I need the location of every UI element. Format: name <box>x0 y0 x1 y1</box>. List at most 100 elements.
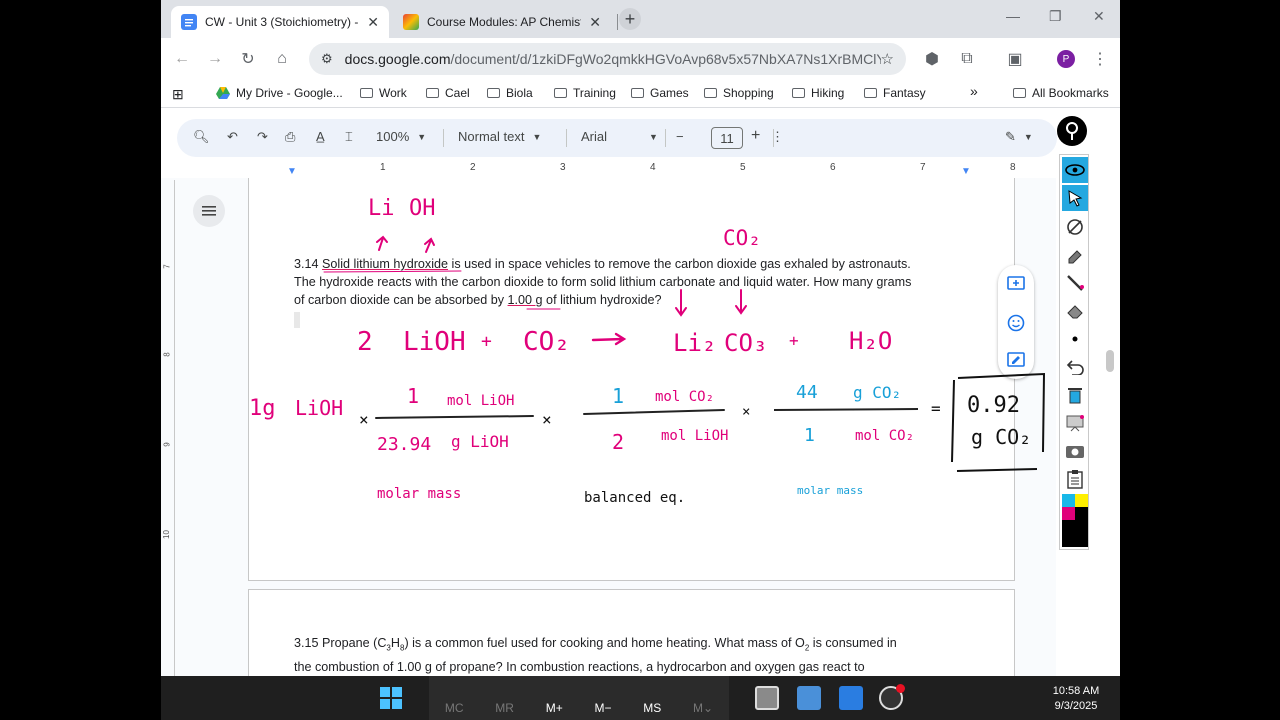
left-indent-marker[interactable]: ▼ <box>287 166 297 177</box>
navigation-bar: ← → ↻ ⌂ ⚙ docs.google.com/document/d/1zk… <box>161 38 1120 80</box>
problem-3-15-text[interactable]: 3.15 Propane (C3H8) is a common fuel use… <box>294 634 984 676</box>
folder-icon <box>360 88 373 98</box>
menu-kebab-icon[interactable]: ⋮ <box>1089 48 1111 70</box>
screenshot-camera-icon[interactable] <box>1062 438 1088 464</box>
redo-icon[interactable]: ↷ <box>257 129 268 145</box>
close-tab-icon[interactable]: ✕ <box>589 14 601 31</box>
clear-trash-icon[interactable] <box>1062 382 1088 408</box>
zoom-select[interactable]: 100% ▼ <box>376 129 426 144</box>
eye-icon[interactable] <box>1062 157 1088 183</box>
memory-add-button[interactable]: M+ <box>546 701 563 715</box>
suggest-edits-icon[interactable] <box>1007 352 1025 368</box>
cursor-arrow-icon[interactable] <box>1062 185 1088 211</box>
site-info-icon[interactable]: ⚙ <box>321 51 333 67</box>
ink-oh: OH <box>409 196 436 221</box>
page-scrollbar[interactable] <box>1106 350 1114 372</box>
decrease-font-size-button[interactable]: − <box>676 129 684 144</box>
dot-size-icon[interactable] <box>1062 326 1088 352</box>
memory-clear-button[interactable]: MC <box>445 701 464 715</box>
taskbar: MC MR M+ M− MS M⌄ 10:58 AM 9/3/2025 <box>161 676 1120 720</box>
cast-icon[interactable]: ▣ <box>1004 48 1026 70</box>
paint-format-icon[interactable]: ⌶ <box>345 129 353 145</box>
eraser-icon[interactable] <box>1062 298 1088 324</box>
new-tab-button[interactable]: + <box>619 8 641 30</box>
line-tool-icon[interactable] <box>1062 270 1088 296</box>
annotation-toolbar <box>1059 154 1089 550</box>
spellcheck-icon[interactable]: A̲ <box>316 129 325 144</box>
search-menus-icon[interactable]: 🔍︎ <box>193 129 210 145</box>
font-size-input[interactable]: 11 <box>711 127 743 149</box>
bookmark-shopping[interactable]: Shopping <box>704 86 774 100</box>
obs-recording-icon[interactable] <box>879 684 905 710</box>
cyan-color-swatch[interactable] <box>1062 494 1075 507</box>
add-comment-icon[interactable] <box>1007 276 1025 292</box>
pen-disabled-icon[interactable] <box>1062 214 1088 240</box>
back-icon[interactable]: ← <box>171 48 193 70</box>
print-icon[interactable]: ⎙ <box>285 129 295 145</box>
extension-icon[interactable]: ⬢ <box>921 48 943 70</box>
more-options-icon[interactable]: ⋮ <box>771 129 784 145</box>
magenta-color-swatch[interactable] <box>1062 507 1075 520</box>
reload-icon[interactable]: ↻ <box>237 48 259 70</box>
bookmark-games[interactable]: Games <box>631 86 689 100</box>
bookmark-work[interactable]: Work <box>360 86 407 100</box>
maximize-icon[interactable]: ❐ <box>1049 8 1062 25</box>
calculator-icon[interactable] <box>797 686 821 710</box>
close-tab-icon[interactable]: ✕ <box>367 14 379 31</box>
bookmark-training[interactable]: Training <box>554 86 616 100</box>
folder-icon <box>704 88 717 98</box>
puzzle-extensions-icon[interactable]: ⧉ <box>956 48 978 70</box>
problem-3-14-text[interactable]: 3.14 Solid lithium hydroxide is used in … <box>294 255 984 310</box>
apps-grid-icon[interactable]: ⊞ <box>172 86 184 103</box>
black-color-swatch[interactable] <box>1075 507 1088 520</box>
bookmark-hiking[interactable]: Hiking <box>792 86 844 100</box>
ink-f1-den: 23.94 <box>377 434 432 455</box>
ink-times: × <box>542 410 552 429</box>
home-icon[interactable]: ⌂ <box>271 48 293 70</box>
editing-mode-icon[interactable]: ✎ ▼ <box>1005 129 1033 145</box>
document-page[interactable] <box>248 178 1015 581</box>
undo-annotation-icon[interactable] <box>1062 354 1088 380</box>
system-clock[interactable]: 10:58 AM 9/3/2025 <box>1041 684 1111 714</box>
emoji-reaction-icon[interactable] <box>1007 314 1025 332</box>
address-bar[interactable]: ⚙ docs.google.com/document/d/1zkiDFgWo2q… <box>309 43 906 75</box>
bookmark-biola[interactable]: Biola <box>487 86 533 100</box>
memory-store-button[interactable]: MS <box>643 701 661 715</box>
windows-start-icon[interactable] <box>379 686 403 710</box>
forward-icon[interactable]: → <box>204 48 226 70</box>
bookmarks-overflow-icon[interactable]: » <box>970 83 978 99</box>
ink-f3-num-unit: g CO₂ <box>853 383 902 402</box>
bookmark-star-icon[interactable]: ☆ <box>881 50 894 68</box>
tab-cw-unit3[interactable]: CW - Unit 3 (Stoichiometry) - G ✕ <box>171 6 389 38</box>
bookmark-cael[interactable]: Cael <box>426 86 470 100</box>
document-outline-button[interactable] <box>193 195 225 227</box>
memory-list-button[interactable]: M⌄ <box>693 701 713 715</box>
style-select[interactable]: Normal text ▼ <box>458 129 541 144</box>
yellow-color-swatch[interactable] <box>1075 494 1088 507</box>
minimize-icon[interactable]: — <box>1006 8 1020 24</box>
memory-recall-button[interactable]: MR <box>495 701 514 715</box>
all-bookmarks[interactable]: All Bookmarks <box>1013 86 1109 100</box>
increase-font-size-button[interactable]: + <box>751 127 760 145</box>
highlighter-icon[interactable] <box>1062 242 1088 268</box>
clipboard-icon[interactable] <box>1062 466 1088 492</box>
close-window-icon[interactable]: ✕ <box>1093 8 1105 25</box>
font-select[interactable]: Arial ▼ <box>581 129 658 144</box>
ink-f3-den: 1 <box>804 425 815 446</box>
bookmark-fantasy[interactable]: Fantasy <box>864 86 926 100</box>
chevron-down-icon: ▼ <box>417 131 427 142</box>
whiteboard-icon[interactable] <box>1062 410 1088 436</box>
undo-icon[interactable]: ↶ <box>227 129 238 145</box>
right-indent-marker[interactable]: ▼ <box>961 166 971 177</box>
current-color-swatch[interactable] <box>1062 520 1088 547</box>
ink-eq-coefficient: 2 <box>357 327 373 357</box>
notepad-icon[interactable] <box>839 686 863 710</box>
pen-tool-logo-icon[interactable] <box>1057 116 1087 146</box>
memory-subtract-button[interactable]: M− <box>594 701 611 715</box>
ink-co2-label: CO₂ <box>723 226 761 250</box>
ink-eq-li2: Li₂ <box>673 329 717 357</box>
profile-avatar[interactable]: P <box>1057 50 1075 68</box>
tab-course-modules[interactable]: Course Modules: AP Chemistry ✕ <box>393 6 611 38</box>
snipping-tool-icon[interactable] <box>755 686 779 710</box>
bookmark-my-drive[interactable]: My Drive - Google... <box>216 86 343 100</box>
